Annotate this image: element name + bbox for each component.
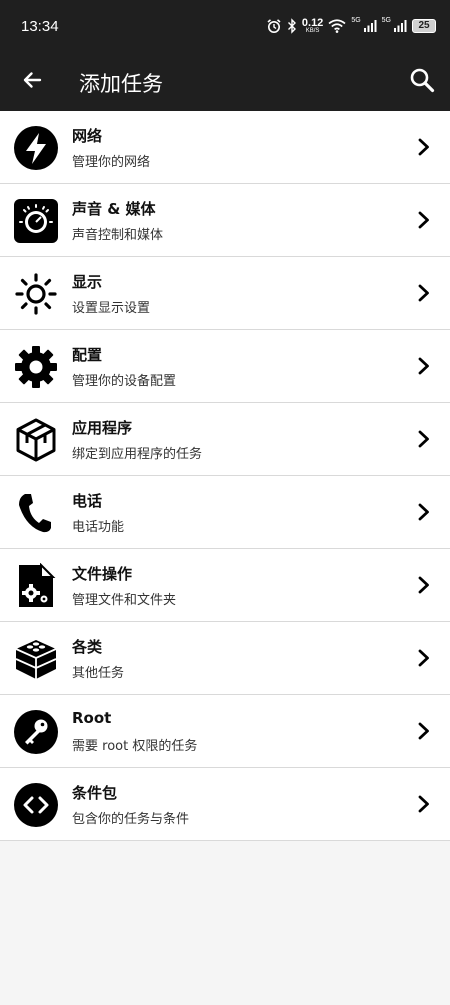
category-subtitle: 需要 root 权限的任务 [72,739,198,754]
battery-icon: 25 [412,19,436,33]
category-subtitle: 电话功能 [72,520,125,535]
category-subtitle: 声音控制和媒体 [72,228,164,243]
page-title: 添加任务 [79,72,163,96]
back-button[interactable] [16,64,48,96]
chevron-right-icon [418,503,429,521]
category-subtitle: 管理你的网络 [72,155,151,170]
gear-icon [13,344,59,390]
app-bar: 添加任务 [0,52,450,111]
wifi-icon [328,19,346,33]
arrow-left-icon [23,72,42,88]
category-subtitle: 管理文件和文件夹 [72,593,177,608]
sun-brightness-icon [13,271,59,317]
category-subtitle: 其他任务 [72,666,125,681]
category-subtitle: 绑定到应用程序的任务 [72,447,203,462]
category-item-sound-media[interactable]: 声音 & 媒体 声音控制和媒体 [0,184,450,257]
chevron-right-icon [418,722,429,740]
status-bar: 13:34 0.12 KB/S 5G 5G 25 [0,0,450,52]
category-subtitle: 管理你的设备配置 [72,374,177,389]
status-time: 13:34 [21,18,59,35]
search-button[interactable] [406,64,438,96]
category-item-display[interactable]: 显示 设置显示设置 [0,257,450,330]
chevron-right-icon [418,430,429,448]
chevron-right-icon [418,284,429,302]
category-title: 文件操作 [72,565,133,583]
net-speed: 0.12 KB/S [301,17,324,35]
lightning-icon [13,125,59,171]
task-category-list: 网络 管理你的网络 声音 & 媒体 声音控制和媒体 显示 设置显示设置 配置 管… [0,111,450,841]
category-title: 各类 [72,638,103,656]
category-title: 显示 [72,273,103,291]
category-item-config[interactable]: 配置 管理你的设备配置 [0,330,450,403]
signal-icon [363,20,377,32]
category-item-condition-pack[interactable]: 条件包 包含你的任务与条件 [0,768,450,841]
key-icon [13,709,59,755]
signal-icon [394,20,407,32]
category-subtitle: 设置显示设置 [72,301,151,316]
phone-icon [13,490,59,536]
speaker-knob-icon [13,198,59,244]
category-item-phone[interactable]: 电话 电话功能 [0,476,450,549]
category-item-network[interactable]: 网络 管理你的网络 [0,111,450,184]
alarm-icon [267,19,281,33]
category-item-file-ops[interactable]: 文件操作 管理文件和文件夹 [0,549,450,622]
category-title: 配置 [72,346,103,364]
chevron-right-icon [418,211,429,229]
status-icons: 0.12 KB/S 5G 5G 25 [266,16,436,36]
category-title: 条件包 [72,784,118,802]
category-item-root[interactable]: Root 需要 root 权限的任务 [0,695,450,768]
code-brackets-icon [13,782,59,828]
chevron-right-icon [418,576,429,594]
category-item-apps[interactable]: 应用程序 绑定到应用程序的任务 [0,403,450,476]
search-icon [410,68,435,93]
chevron-right-icon [418,138,429,156]
chevron-right-icon [418,357,429,375]
file-gear-icon [13,563,59,609]
category-title: 应用程序 [72,419,133,437]
category-title: 电话 [72,492,103,510]
cube-icon [13,417,59,463]
category-title: Root [72,709,112,727]
category-item-misc[interactable]: 各类 其他任务 [0,622,450,695]
category-title: 声音 & 媒体 [72,200,156,218]
category-subtitle: 包含你的任务与条件 [72,812,190,827]
category-title: 网络 [72,127,103,145]
chevron-right-icon [418,649,429,667]
chevron-right-icon [418,795,429,813]
bricks-icon [13,636,59,682]
bluetooth-icon [287,18,296,34]
